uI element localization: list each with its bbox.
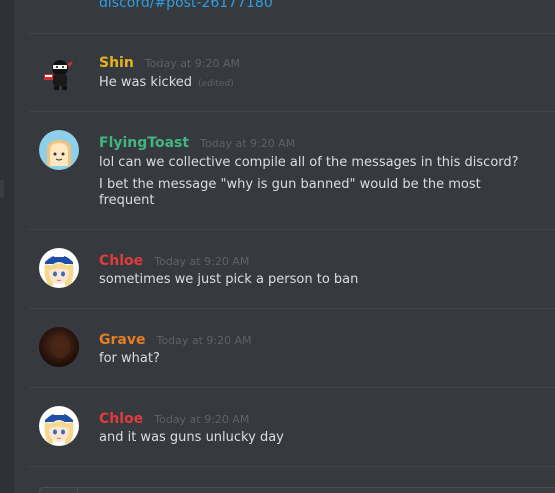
message-divider [29,229,555,230]
timestamp: Today at 9:20 AM [200,137,296,150]
username[interactable]: Chloe [99,411,143,427]
sidebar-scroll-indicator [0,180,4,198]
post-link[interactable]: discord/#post-26177180 [99,0,273,11]
message-divider [29,308,555,309]
anime-girl-icon [39,406,79,446]
message-line: He was kicked (edited) [99,75,234,92]
message-text: frequent [99,193,155,208]
chat-window: discord/#post-26177180 Shin Today at 9:2… [0,0,555,493]
message-divider [29,33,555,34]
timestamp: Today at 9:20 AM [144,57,240,70]
edited-label: (edited) [198,79,234,89]
message-text: He was kicked [99,75,193,90]
anime-girl-icon [39,248,79,288]
message-divider [29,111,555,112]
timestamp: Today at 9:20 AM [154,413,250,426]
message-divider [29,387,555,388]
dark-avatar[interactable] [39,327,79,367]
ninja-avatar[interactable] [39,54,79,94]
anime-girl-avatar[interactable] [39,248,79,288]
username[interactable]: Shin [99,55,134,71]
username[interactable]: Chloe [99,253,143,269]
username[interactable]: Grave [99,332,145,348]
timestamp: Today at 9:20 AM [154,255,250,268]
message-input[interactable] [39,487,555,493]
ninja-icon [39,54,79,94]
toast-icon [39,130,79,170]
channel-sidebar-edge [0,0,14,493]
dark-portrait-icon [39,327,79,367]
message-text: for what? [99,351,160,366]
toast-avatar[interactable] [39,130,79,170]
message-text: sometimes we just pick a person to ban [99,272,359,287]
timestamp: Today at 9:20 AM [156,334,252,347]
anime-girl-avatar[interactable] [39,406,79,446]
message-divider [29,466,555,467]
message-text: lol can we collective compile all of the… [99,155,519,170]
username[interactable]: FlyingToast [99,135,189,151]
upload-button-separator [77,488,78,493]
message-text: I bet the message "why is gun banned" wo… [99,177,481,192]
message-text: and it was guns unlucky day [99,430,284,445]
